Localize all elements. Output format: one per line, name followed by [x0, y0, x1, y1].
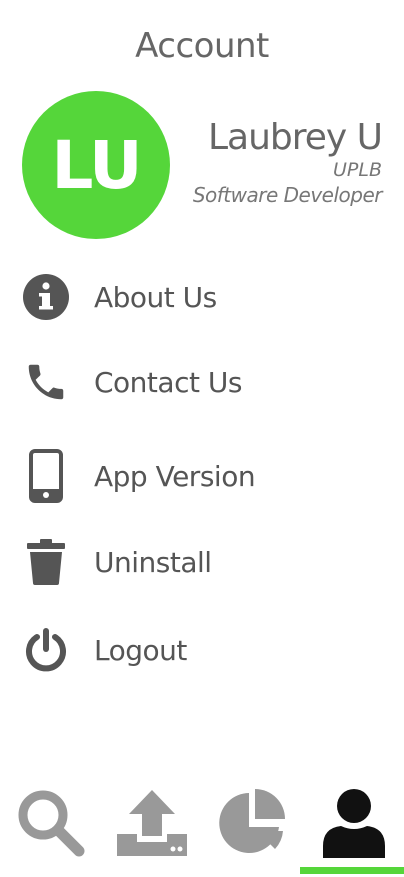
tab-account[interactable]: [303, 780, 404, 870]
tab-stats[interactable]: [202, 780, 303, 870]
upload-icon: [115, 788, 189, 862]
profile-role: Software Developer: [192, 183, 383, 207]
avatar: LU: [22, 91, 170, 239]
search-icon: [15, 787, 87, 863]
account-screen: Account LU Laubrey U UPLB Software Devel…: [0, 0, 404, 877]
profile-name: Laubrey U: [207, 117, 383, 158]
avatar-initials: LU: [51, 126, 142, 204]
phone-icon: [20, 356, 72, 408]
smartphone-icon: [20, 449, 72, 503]
user-icon: [321, 788, 387, 862]
trash-icon: [20, 536, 72, 588]
info-icon: [20, 271, 72, 323]
power-icon: [20, 624, 72, 676]
bottom-tab-bar: [0, 780, 404, 877]
pie-chart-icon: [217, 787, 289, 863]
menu-item-about-us[interactable]: About Us: [20, 269, 380, 325]
menu-item-logout[interactable]: Logout: [20, 622, 380, 678]
menu-item-label: Contact Us: [94, 365, 242, 399]
tab-search[interactable]: [0, 780, 101, 870]
profile-info: Laubrey U UPLB Software Developer: [172, 116, 383, 210]
menu-item-app-version[interactable]: App Version: [20, 448, 380, 504]
tab-upload[interactable]: [101, 780, 202, 870]
active-tab-indicator: [300, 867, 404, 874]
menu-item-label: Logout: [94, 633, 187, 667]
menu-item-contact-us[interactable]: Contact Us: [20, 354, 380, 410]
profile-organization: UPLB: [333, 159, 382, 181]
menu-item-uninstall[interactable]: Uninstall: [20, 534, 380, 590]
page-title: Account: [135, 26, 269, 66]
menu-item-label: App Version: [94, 459, 256, 493]
menu-item-label: About Us: [94, 280, 217, 314]
menu-item-label: Uninstall: [94, 545, 212, 579]
